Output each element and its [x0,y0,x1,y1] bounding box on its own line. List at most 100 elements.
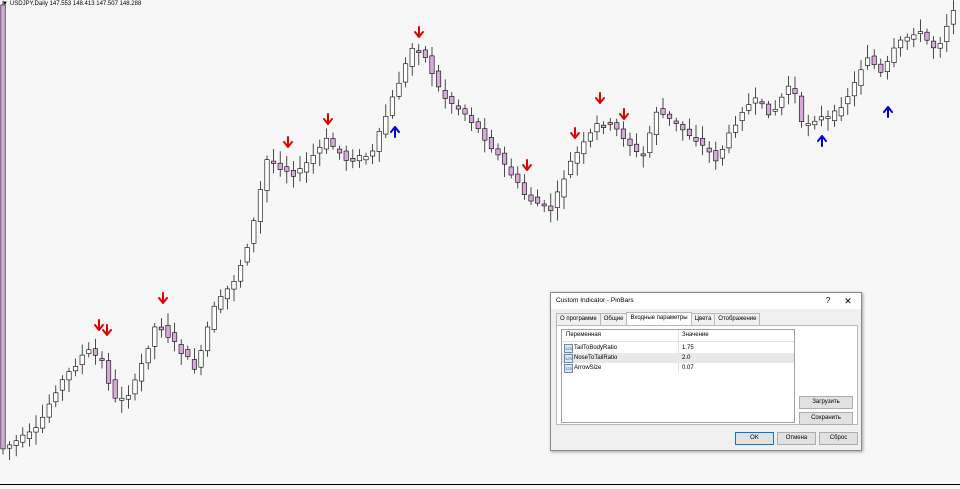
sell-arrow-icon [570,127,580,139]
candle-body [33,427,39,433]
candle-body [238,265,244,282]
candle-body [917,31,923,34]
candle-body [627,138,633,146]
buy-arrow-icon [883,106,893,118]
tab-colors[interactable]: Цвета [690,313,716,325]
candle-body [554,191,560,208]
candle-body [680,123,686,131]
collapse-triangle-icon[interactable]: ▼ [2,1,8,7]
candle-body [145,348,151,364]
param-value[interactable]: 0.07 [682,363,694,373]
candle-body [772,108,778,112]
candle-body [271,160,277,164]
candle-body [264,159,270,191]
candle-body [376,131,382,152]
candle-body [185,349,191,357]
candle-body [607,122,613,125]
candle-body [766,103,772,116]
candle-body [825,116,831,119]
candle-body [46,403,52,418]
candle-body [792,88,798,94]
help-icon[interactable]: ? [822,295,834,307]
reset-button[interactable]: Сброс [819,432,858,445]
candle-body [937,43,943,49]
sell-arrow-icon [283,136,293,148]
cancel-button[interactable]: Отмена [777,432,816,445]
candle-body [310,155,316,164]
candle-body [620,128,626,139]
sell-arrow-icon [102,324,112,336]
candle-body [614,122,620,130]
candle-body [277,162,283,170]
close-icon[interactable]: ✕ [842,295,854,307]
candle-body [693,137,699,142]
time-axis [0,484,960,489]
candle-body [416,50,422,53]
param-row[interactable]: 123 ArrowSize 0.07 [562,363,794,373]
candle-body [601,124,607,128]
candle-body [686,128,692,137]
param-name: TailToBodyRatio [574,345,618,351]
candle-body [343,150,349,161]
candle-body [244,247,250,263]
candle-body [482,128,488,141]
dialog-titlebar[interactable]: Custom Indicator - PinBars ? ✕ [551,293,861,309]
integer-param-icon: 123 [564,344,573,353]
save-button[interactable]: Сохранить [799,412,853,425]
candle-body [198,350,204,368]
candle-body [297,168,303,174]
candle-body [86,349,92,354]
candle-body [462,108,468,115]
value-column-header[interactable]: Значение [682,330,709,341]
candle-body [858,69,864,87]
candle-body [739,112,745,121]
sell-arrow-icon [619,108,629,120]
candle-body [132,379,138,395]
candle-body [719,149,725,159]
ok-button[interactable]: OK [735,432,774,445]
tab-common[interactable]: Общие [599,313,628,325]
param-row[interactable]: 123 TailToBodyRatio 1.75 [562,343,794,353]
param-row[interactable]: 123 NoseToTailRatio 2.0 [562,353,794,363]
candle-body [337,148,343,154]
candle-body [211,305,217,330]
dialog-title: Custom Indicator - PinBars [556,297,634,304]
sell-arrow-icon [522,159,532,171]
candle-body [304,162,310,173]
candle-body [442,89,448,99]
candle-body [370,150,376,157]
candle-body [99,358,105,361]
candle-body [924,31,930,41]
candle-body [449,96,455,104]
candle-body [0,4,6,450]
candle-body [871,55,877,65]
tab-visualization[interactable]: Отображение [714,313,761,325]
candle-body [561,178,567,198]
candle-body [535,196,541,204]
param-value[interactable]: 2.0 [682,353,690,363]
tab-inputs[interactable]: Входные параметры [626,312,692,325]
candle-body [667,113,673,119]
candle-body [845,96,851,105]
candle-body [587,132,593,142]
candle-body [396,82,402,97]
load-button[interactable]: Загрузить [799,396,853,409]
candle-body [911,34,917,40]
candle-body [759,101,765,105]
candle-body [251,220,257,244]
candle-body [165,325,171,338]
param-value[interactable]: 1.75 [682,343,694,353]
candle-body [409,47,415,67]
candle-body [356,155,362,162]
integer-param-icon: 123 [564,364,573,373]
buy-arrow-icon [817,135,827,147]
candle-body [139,363,145,382]
candle-body [640,153,646,157]
candle-body [106,360,112,384]
variable-column-header[interactable]: Переменная [566,330,601,341]
param-name: ArrowSize [574,365,602,371]
candle-body [92,348,98,356]
tab-about[interactable]: О программе [556,313,601,325]
buy-arrow-icon [390,126,400,138]
candle-body [488,137,494,150]
